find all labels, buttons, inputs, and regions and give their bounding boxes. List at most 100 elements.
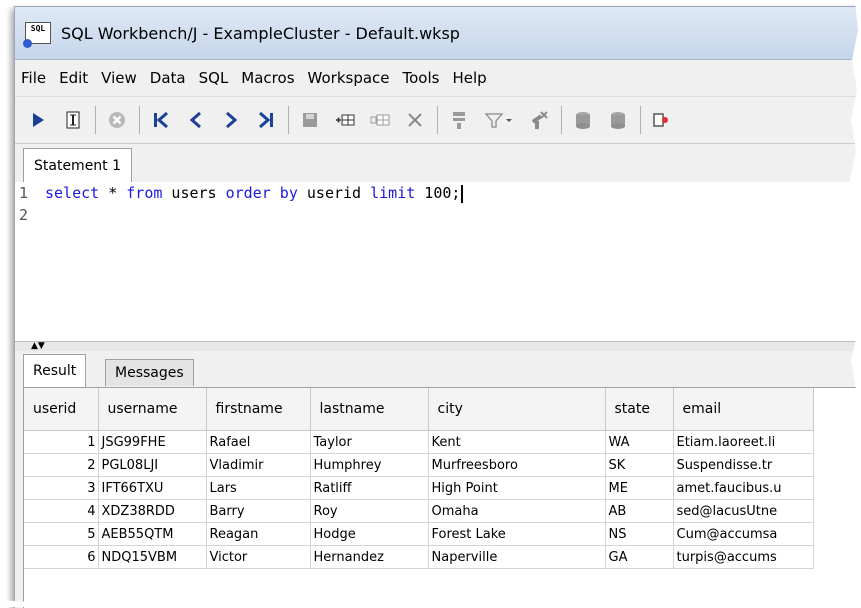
- cell-state[interactable]: WA: [605, 430, 674, 454]
- cell-email[interactable]: turpis@accums: [673, 545, 814, 569]
- execute-current-icon[interactable]: [58, 104, 88, 136]
- cell-username[interactable]: JSG99FHE: [98, 430, 207, 454]
- column-header-userid[interactable]: userid: [24, 388, 99, 431]
- column-header-email[interactable]: email: [673, 388, 814, 431]
- table-row[interactable]: 2 PGL08LJI Vladimir Humphrey Murfreesboro SK S…: [24, 453, 814, 477]
- delete-row-icon[interactable]: [400, 104, 430, 136]
- column-header-username[interactable]: username: [98, 388, 207, 431]
- save-icon[interactable]: [295, 104, 325, 136]
- toolbar-separator: [95, 106, 96, 134]
- column-header-lastname[interactable]: lastname: [310, 388, 429, 431]
- cell-email[interactable]: Etiam.laoreet.li: [673, 430, 814, 454]
- cell-firstname[interactable]: Vladimir: [206, 453, 311, 477]
- table-row[interactable]: 3 IFT66TXU Lars Ratliff High Point ME amet.fau…: [24, 476, 814, 500]
- cell-state[interactable]: AB: [605, 499, 674, 523]
- app-icon: SQL: [23, 22, 51, 48]
- menu-workspace[interactable]: Workspace: [308, 69, 390, 87]
- table-row[interactable]: 5 AEB55QTM Reagan Hodge Forest Lake NS Cum@acc…: [24, 522, 814, 546]
- cell-state[interactable]: GA: [605, 545, 674, 569]
- cell-email[interactable]: Cum@accumsa: [673, 522, 814, 546]
- cell-firstname[interactable]: Lars: [206, 476, 311, 500]
- cell-email[interactable]: Suspendisse.tr: [673, 453, 814, 477]
- menu-macros[interactable]: Macros: [241, 69, 294, 87]
- splitter-arrows-icon[interactable]: ▲▼: [31, 342, 45, 351]
- menu-tools[interactable]: Tools: [403, 69, 440, 87]
- cell-username[interactable]: PGL08LJI: [98, 453, 207, 477]
- last-record-icon[interactable]: [251, 104, 281, 136]
- cell-userid[interactable]: 6: [24, 545, 99, 569]
- cell-city[interactable]: Omaha: [428, 499, 606, 523]
- commit-icon[interactable]: [568, 104, 598, 136]
- cell-firstname[interactable]: Rafael: [206, 430, 311, 454]
- column-header-city[interactable]: city: [428, 388, 606, 431]
- cell-city[interactable]: High Point: [428, 476, 606, 500]
- cell-lastname[interactable]: Ratliff: [310, 476, 429, 500]
- cell-firstname[interactable]: Barry: [206, 499, 311, 523]
- cell-lastname[interactable]: Taylor: [310, 430, 429, 454]
- cell-email[interactable]: sed@lacusUtne: [673, 499, 814, 523]
- remove-filter-icon[interactable]: [524, 104, 554, 136]
- cell-lastname[interactable]: Hernandez: [310, 545, 429, 569]
- cell-userid[interactable]: 4: [24, 499, 99, 523]
- sql-text: userid: [297, 184, 371, 202]
- column-header-state[interactable]: state: [605, 388, 674, 431]
- filter-dropdown-icon[interactable]: [479, 104, 519, 136]
- cell-userid[interactable]: 5: [24, 522, 99, 546]
- menu-file[interactable]: File: [21, 69, 46, 87]
- sql-code[interactable]: select * from users order by userid limi…: [45, 182, 464, 204]
- filter-icon[interactable]: [444, 104, 474, 136]
- sql-keyword: select: [45, 184, 100, 202]
- cell-city[interactable]: Forest Lake: [428, 522, 606, 546]
- tab-messages[interactable]: Messages: [105, 359, 194, 386]
- menu-data[interactable]: Data: [150, 69, 186, 87]
- sql-editor[interactable]: 1 2 select * from users order by userid …: [15, 182, 861, 341]
- menu-view[interactable]: View: [101, 69, 137, 87]
- table-row[interactable]: 4 XDZ38RDD Barry Roy Omaha AB sed@lacusUtne: [24, 499, 814, 523]
- toolbar-separator: [561, 106, 562, 134]
- result-grid: userid username firstname lastname city state…: [23, 387, 861, 608]
- cell-userid[interactable]: 2: [24, 453, 99, 477]
- cell-userid[interactable]: 3: [24, 476, 99, 500]
- line-number-gutter: 1 2: [15, 182, 43, 341]
- insert-row-icon[interactable]: [330, 104, 360, 136]
- cell-lastname[interactable]: Roy: [310, 499, 429, 523]
- cell-username[interactable]: IFT66TXU: [98, 476, 207, 500]
- next-record-icon[interactable]: [216, 104, 246, 136]
- cell-firstname[interactable]: Reagan: [206, 522, 311, 546]
- cell-username[interactable]: NDQ15VBM: [98, 545, 207, 569]
- cell-userid[interactable]: 1: [24, 430, 99, 454]
- menu-help[interactable]: Help: [452, 69, 486, 87]
- toolbar-separator: [288, 106, 289, 134]
- cell-email[interactable]: amet.faucibus.u: [673, 476, 814, 500]
- first-record-icon[interactable]: [146, 104, 176, 136]
- menu-sql[interactable]: SQL: [199, 69, 229, 87]
- execute-icon[interactable]: [23, 104, 53, 136]
- cell-firstname[interactable]: Victor: [206, 545, 311, 569]
- previous-record-icon[interactable]: [181, 104, 211, 136]
- cell-state[interactable]: SK: [605, 453, 674, 477]
- cell-username[interactable]: XDZ38RDD: [98, 499, 207, 523]
- tab-statement-1[interactable]: Statement 1: [23, 148, 133, 183]
- cell-username[interactable]: AEB55QTM: [98, 522, 207, 546]
- disconnect-icon[interactable]: [647, 104, 677, 136]
- title-bar[interactable]: SQL SQL Workbench/J - ExampleCluster - D…: [15, 7, 861, 60]
- sql-keyword: order by: [225, 184, 298, 202]
- cell-city[interactable]: Murfreesboro: [428, 453, 606, 477]
- table-row[interactable]: 1 JSG99FHE Rafael Taylor Kent WA Etiam.laoreet…: [24, 430, 814, 454]
- line-number: 2: [19, 206, 29, 224]
- cell-lastname[interactable]: Hodge: [310, 522, 429, 546]
- cell-city[interactable]: Naperville: [428, 545, 606, 569]
- stop-icon[interactable]: [102, 104, 132, 136]
- menu-edit[interactable]: Edit: [59, 69, 88, 87]
- toolbar-separator: [640, 106, 641, 134]
- table-row[interactable]: 6 NDQ15VBM Victor Hernandez Naperville GA turp…: [24, 545, 814, 569]
- cell-state[interactable]: ME: [605, 476, 674, 500]
- column-header-firstname[interactable]: firstname: [206, 388, 311, 431]
- text-caret: [461, 184, 464, 203]
- cell-lastname[interactable]: Humphrey: [310, 453, 429, 477]
- cell-state[interactable]: NS: [605, 522, 674, 546]
- rollback-icon[interactable]: [603, 104, 633, 136]
- tab-result[interactable]: Result: [23, 354, 87, 387]
- copy-row-icon[interactable]: [365, 104, 395, 136]
- cell-city[interactable]: Kent: [428, 430, 606, 454]
